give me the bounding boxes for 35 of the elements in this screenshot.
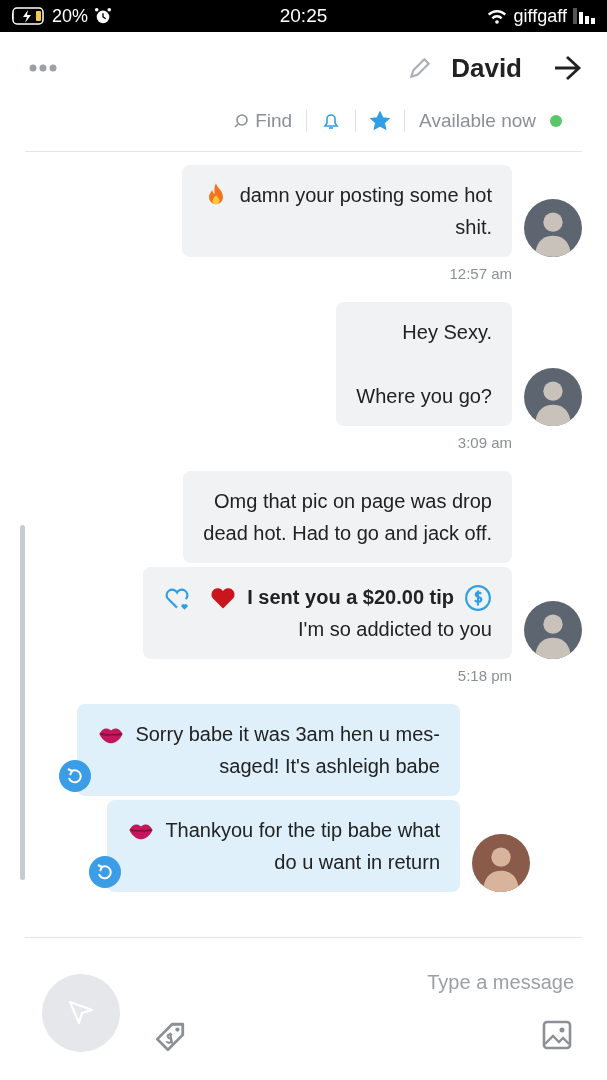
wifi-icon	[485, 7, 508, 25]
image-icon[interactable]	[542, 1020, 572, 1050]
tip-text: I sent you a $20.00 tip	[247, 585, 454, 610]
message-text: Omg that pic on page was drop dead hot. Had to go and jack off.	[203, 489, 492, 546]
carrier-name: giffgaff	[513, 5, 567, 27]
message-time: 5:18 pm	[457, 667, 512, 684]
find-button[interactable]: Find	[233, 110, 293, 132]
refresh-icon[interactable]	[59, 760, 92, 792]
status-time: 20:25	[279, 5, 328, 27]
back-arrow-icon[interactable]	[552, 53, 582, 83]
price-tag-icon[interactable]	[153, 1020, 187, 1054]
star-icon[interactable]	[370, 111, 391, 131]
avatar[interactable]	[524, 199, 582, 257]
dollar-coin-icon	[464, 584, 492, 612]
availability-status: Available now	[419, 110, 536, 132]
refresh-icon[interactable]	[89, 856, 122, 888]
message-time: 12:57 am	[449, 265, 512, 282]
alarm-clock-icon	[94, 7, 113, 25]
battery-percent: 20%	[52, 5, 89, 27]
message-text: shit.	[455, 215, 492, 240]
scrollbar[interactable]	[20, 525, 25, 880]
message-text: Sorry babe it was 3am hen u mes- saged! It's ashleigh babe	[135, 722, 440, 779]
search-icon	[233, 113, 250, 129]
contact-name: David	[451, 52, 522, 84]
message-text: damn your posting some hot	[239, 183, 492, 208]
battery-icon	[12, 7, 46, 25]
avatar[interactable]	[472, 834, 530, 892]
message-input[interactable]: Type a message	[125, 966, 582, 998]
avatar[interactable]	[524, 368, 582, 426]
avatar[interactable]	[524, 601, 582, 659]
message-time: 3:09 am	[457, 434, 512, 451]
message-text: I'm so addicted to you	[298, 617, 492, 642]
message-text: Hey Sexy. Where you go?	[356, 320, 492, 409]
signal-icon	[573, 8, 595, 24]
message-text: Thankyou for the tip babe what do u want in return	[165, 818, 440, 875]
